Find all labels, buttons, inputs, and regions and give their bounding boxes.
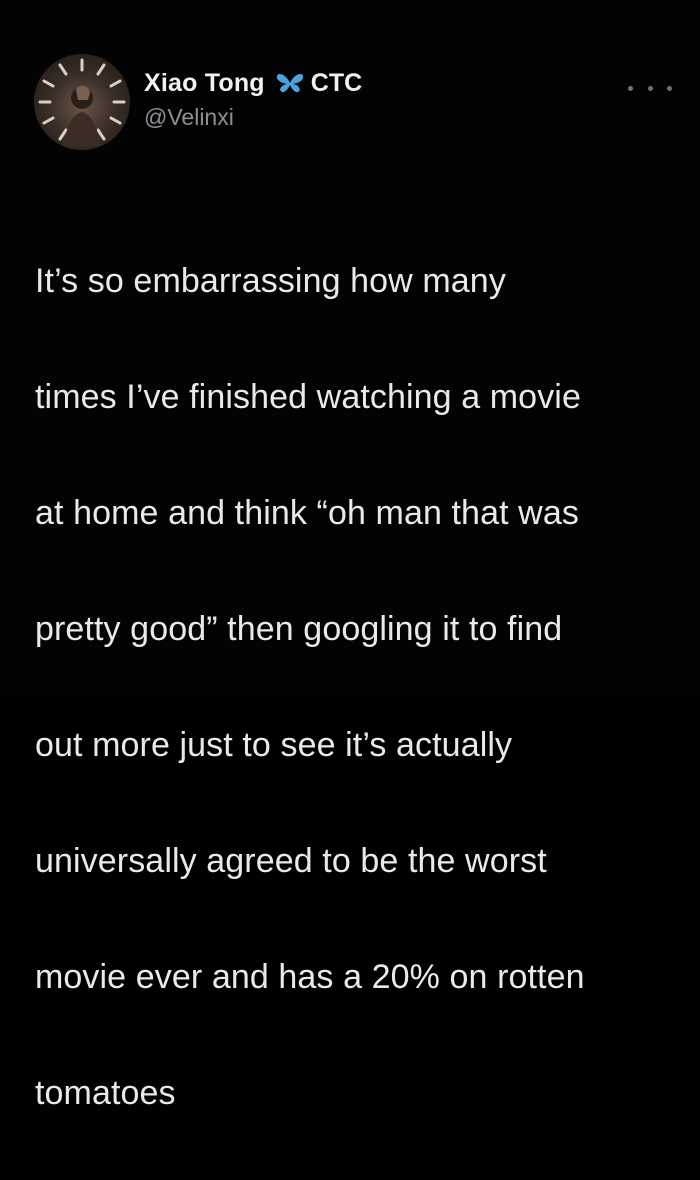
dot — [628, 85, 633, 91]
tweet-body: It’s so embarrassing how many times I’ve… — [35, 194, 675, 1180]
tweet-line: movie ever and has a 20% on rotten — [35, 958, 585, 996]
author-name-suffix: CTC — [310, 68, 363, 97]
more-options-icon[interactable] — [628, 80, 672, 96]
tweet-line: times I’ve finished watching a movie — [35, 378, 581, 416]
tweet-card: Xiao Tong CTC @Velinxi It’s so embarrass… — [0, 0, 700, 1112]
author-display-name[interactable]: Xiao Tong — [144, 69, 265, 98]
tweet-line: universally agreed to be the worst — [35, 842, 547, 880]
tweet-line: at home and think “oh man that was — [35, 494, 579, 532]
dot — [667, 85, 672, 91]
avatar-image — [38, 58, 126, 146]
avatar[interactable] — [34, 54, 130, 150]
author-handle[interactable]: @Velinxi — [144, 104, 234, 131]
butterfly-icon — [275, 72, 305, 94]
tweet-line: tomatoes — [35, 1074, 176, 1112]
tweet-line: out more just to see it’s actually — [35, 726, 513, 764]
author-name-row[interactable]: Xiao Tong CTC — [144, 68, 362, 98]
tweet-line: pretty good” then googling it to find — [35, 610, 563, 648]
dot — [647, 85, 653, 91]
tweet-line: It’s so embarrassing how many — [35, 262, 506, 300]
